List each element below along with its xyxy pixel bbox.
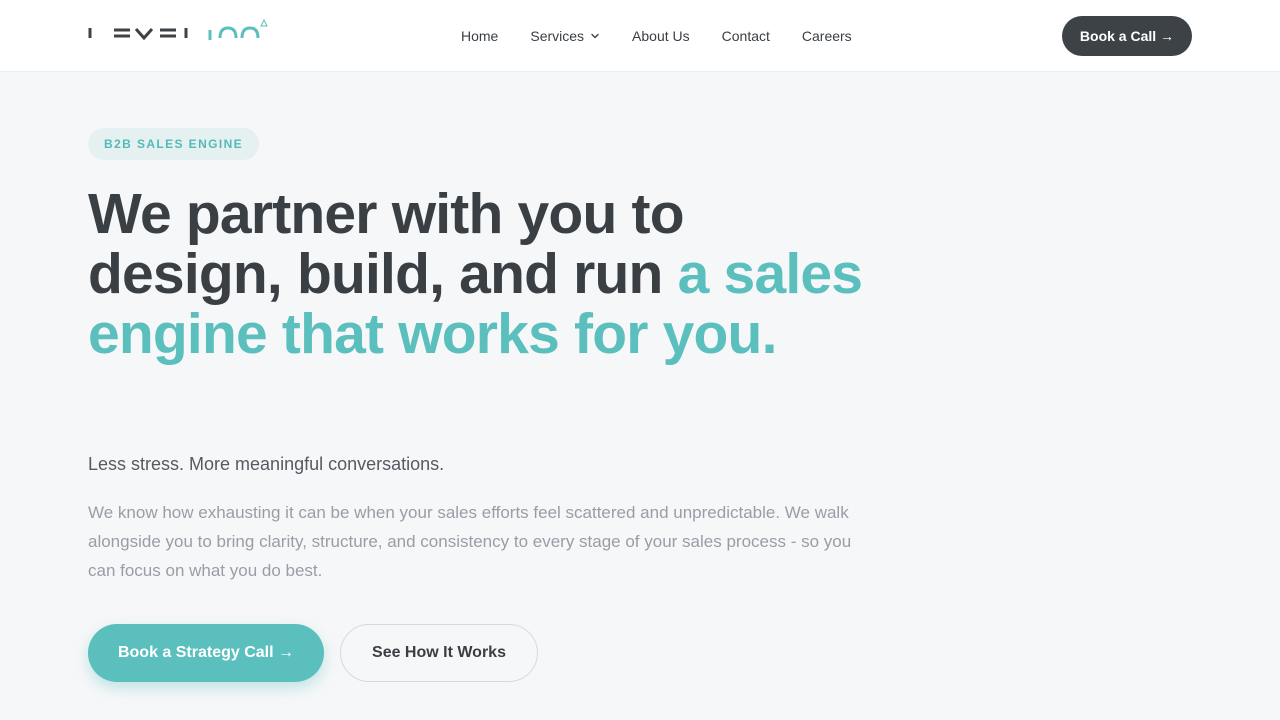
headline-plain: We partner with you to design, build, an… [88, 182, 685, 306]
nav-about-us-label: About Us [632, 28, 690, 44]
hero-subhead: Less stress. More meaningful conversatio… [88, 454, 445, 474]
nav-home[interactable]: Home [461, 28, 498, 44]
hero-body: We know how exhausting it can be when yo… [88, 503, 852, 580]
nav-contact[interactable]: Contact [722, 28, 770, 44]
logo-mark-icon [88, 18, 268, 41]
nav-careers[interactable]: Careers [802, 28, 852, 44]
book-strategy-call-button[interactable]: Book a Strategy Call → [88, 624, 324, 682]
brand-logo[interactable] [88, 18, 268, 42]
main-nav: Home Services About Us Contact Careers [461, 0, 852, 72]
book-a-call-button[interactable]: Book a Call → [1062, 16, 1192, 56]
nav-careers-label: Careers [801, 28, 852, 44]
see-how-it-works-button[interactable]: See How It Works [340, 624, 538, 682]
nav-about-us[interactable]: About Us [632, 28, 690, 44]
chevron-down-icon [591, 33, 599, 39]
nav-services[interactable]: Services [530, 28, 600, 44]
nav-home-label: Home [461, 28, 499, 44]
nav-services-label: Services [530, 28, 585, 44]
nav-contact-label: Contact [721, 28, 770, 44]
hero-headline: We partner with you to design, build, an… [88, 184, 888, 364]
hero-badge: B2B SALES ENGINE [88, 128, 260, 160]
site-header: Home Services About Us Contact Careers B… [0, 0, 1280, 72]
